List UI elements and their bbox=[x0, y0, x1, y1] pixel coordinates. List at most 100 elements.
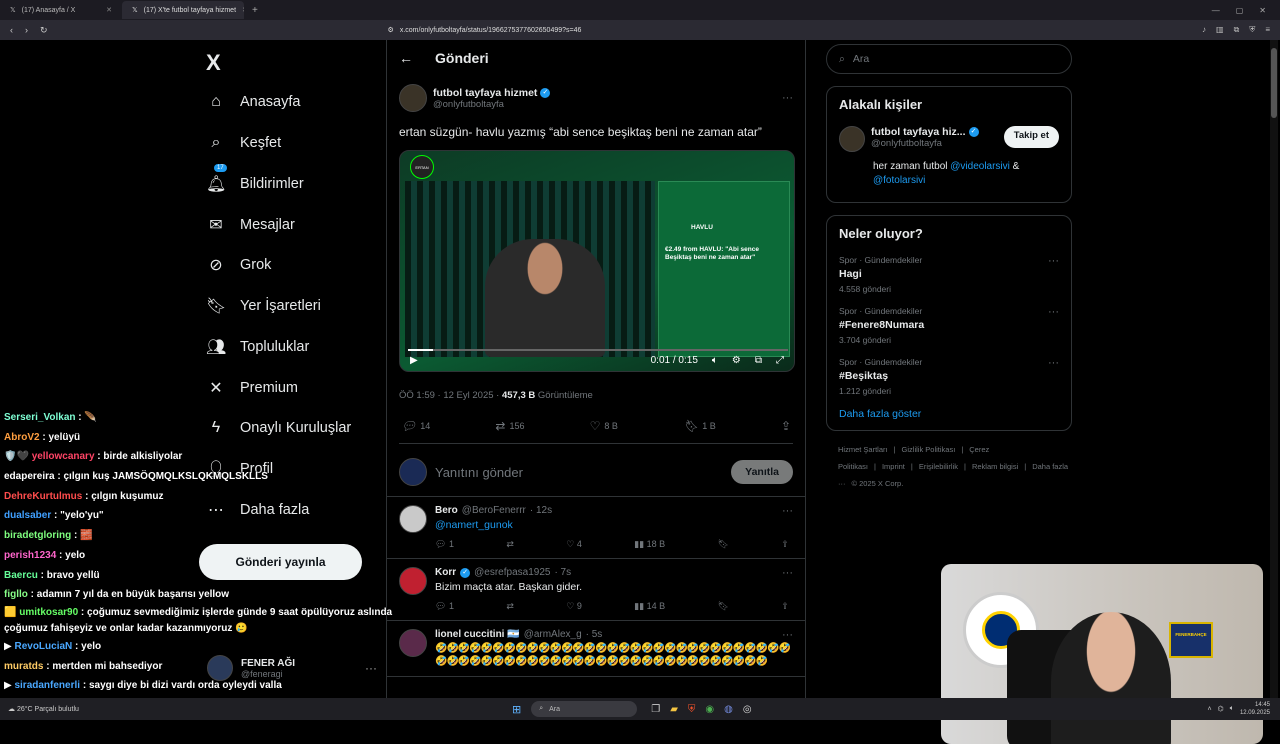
x-logo[interactable]: X bbox=[206, 50, 221, 76]
views-button[interactable]: ▮▮ 14 B bbox=[634, 601, 665, 612]
author-handle[interactable]: @onlyfutboltayfa bbox=[433, 99, 550, 110]
settings-icon[interactable]: ⚙ bbox=[732, 355, 741, 366]
taskbar-search[interactable]: ⌕ Ara bbox=[531, 701, 638, 717]
reply-tweet[interactable]: Korr ✓ @esrefpasa1925 · 7s Bizim maçta atar.… bbox=[387, 559, 805, 621]
reply-submit-button[interactable]: Yanıtla bbox=[731, 460, 793, 484]
retweet-button[interactable]: ⇄ bbox=[506, 539, 514, 550]
reply-button[interactable]: 💬︎ 1 bbox=[435, 539, 454, 550]
more-icon[interactable]: ··· bbox=[782, 505, 793, 517]
play-icon[interactable]: ▶ bbox=[410, 355, 418, 366]
more-icon[interactable]: ··· bbox=[1048, 357, 1059, 369]
avatar[interactable] bbox=[399, 84, 427, 112]
reply-author-handle[interactable]: @esrefpasa1925 bbox=[474, 567, 550, 578]
forward-icon[interactable]: › bbox=[25, 25, 28, 36]
weather-widget[interactable]: ☁ 26°C Parçalı bulutlu bbox=[0, 705, 120, 713]
scrollbar-thumb[interactable] bbox=[1271, 48, 1277, 118]
chrome-icon[interactable]: ◉ bbox=[705, 704, 714, 715]
bookmark-icon[interactable]: 🔖︎ bbox=[718, 601, 729, 612]
like-button[interactable]: ♡ 4 bbox=[566, 539, 582, 550]
browser-tab-home[interactable]: 𝕏 (17) Anasayfa / X ✕ bbox=[0, 1, 122, 19]
related-handle[interactable]: @onlyfutboltayfa bbox=[871, 138, 998, 149]
chat-username[interactable]: yellowcanary bbox=[32, 451, 95, 462]
reply-tweet[interactable]: Bero @BeroFenerrr · 12s @namert_gunok 💬︎ 1 ⇄ ♡… bbox=[387, 497, 805, 559]
bio-link[interactable]: @videolarsivi bbox=[950, 161, 1010, 172]
discord-icon[interactable]: ◍ bbox=[724, 704, 733, 715]
back-arrow-icon[interactable]: ← bbox=[399, 50, 413, 66]
like-button[interactable]: ♡ 8 B bbox=[590, 419, 618, 433]
footer-link[interactable]: Hizmet Şartları bbox=[838, 445, 888, 454]
retweet-button[interactable]: ⇄ bbox=[506, 601, 514, 612]
back-icon[interactable]: ‹ bbox=[10, 25, 13, 36]
chat-username[interactable]: AbroV2 bbox=[4, 432, 40, 443]
bookmark-button[interactable]: 🔖︎ 1 B bbox=[683, 419, 716, 433]
show-more-link[interactable]: Daha fazla göster bbox=[839, 408, 1059, 420]
share-icon[interactable]: ⇪ bbox=[781, 601, 789, 612]
reply-tweet[interactable]: lionel cuccitini 🇦🇷 @armAlex_g · 5s 🤣🤣🤣🤣🤣🤣🤣… bbox=[387, 621, 805, 677]
trend-item[interactable]: Spor · Gündemdekiler #Fenere8Numara 3.704 … bbox=[839, 306, 1059, 345]
author-name[interactable]: futbol tayfaya hizmet bbox=[433, 87, 537, 99]
close-window-icon[interactable]: ✕ bbox=[1259, 6, 1266, 15]
maximize-icon[interactable]: ▢ bbox=[1236, 6, 1244, 15]
bio-link[interactable]: @fotolarsivi bbox=[873, 175, 925, 186]
more-icon[interactable]: ··· bbox=[1048, 306, 1059, 318]
pip-icon[interactable]: ⧉ bbox=[755, 355, 762, 366]
site-info-icon[interactable]: ⚙ bbox=[388, 26, 394, 34]
sidebar-item-7[interactable]: ✕ Premium bbox=[206, 376, 298, 400]
sidebar-item-2[interactable]: 🔔︎ 17 Bildirimler bbox=[206, 164, 304, 196]
chat-username[interactable]: biradetgloring bbox=[4, 530, 71, 541]
chat-username[interactable]: perish1234 bbox=[4, 550, 56, 561]
avatar[interactable] bbox=[839, 126, 865, 152]
more-icon[interactable]: ··· bbox=[782, 567, 793, 579]
chat-username[interactable]: muratds bbox=[4, 661, 43, 672]
more-icon[interactable]: ··· bbox=[1048, 255, 1059, 267]
browser-tab-status[interactable]: 𝕏 (17) X'te futbol tayfaya hizmet ✕ bbox=[122, 1, 244, 19]
address-field[interactable]: ⚙ x.com/onlyfutboltayfa/status/196627537… bbox=[388, 23, 928, 37]
obs-icon[interactable]: ◎ bbox=[743, 704, 752, 715]
share-button[interactable]: ⇪ bbox=[781, 419, 791, 433]
chat-username[interactable]: siradanfenerli bbox=[14, 680, 80, 691]
reload-icon[interactable]: ↻ bbox=[40, 25, 48, 36]
sidebar-item-6[interactable]: 👥︎ Topluluklar bbox=[206, 335, 309, 359]
footer-link[interactable]: Gizlilik Politikası bbox=[902, 445, 956, 454]
close-tab-icon[interactable]: ✕ bbox=[106, 6, 112, 14]
search-input[interactable]: ⌕ Ara bbox=[826, 44, 1072, 74]
footer-link[interactable]: © 2025 X Corp. bbox=[852, 479, 904, 488]
more-icon[interactable]: ··· bbox=[782, 92, 793, 104]
menu-icon[interactable]: ≡ bbox=[1265, 25, 1270, 35]
reply-author-name[interactable]: Korr bbox=[435, 567, 456, 578]
windows-start-icon[interactable]: ⊞ bbox=[512, 703, 521, 716]
chat-username[interactable]: umitkosar90 bbox=[19, 607, 78, 618]
sidebar-item-3[interactable]: ✉ Mesajlar bbox=[206, 213, 295, 237]
more-icon[interactable]: ··· bbox=[782, 629, 793, 641]
views-button[interactable]: ▮▮ 18 B bbox=[634, 539, 665, 550]
media-icon[interactable]: ♪ bbox=[1202, 25, 1206, 35]
reply-text[interactable]: @namert_gunok bbox=[435, 519, 793, 531]
bookmark-icon[interactable]: 🔖︎ bbox=[718, 539, 729, 550]
chat-username[interactable]: edapereira bbox=[4, 471, 55, 482]
volume-icon[interactable]: 🔈︎ bbox=[1230, 705, 1234, 713]
chat-username[interactable]: Baercu bbox=[4, 570, 38, 581]
new-tab-button[interactable]: + bbox=[244, 5, 266, 16]
follow-button[interactable]: Takip et bbox=[1003, 126, 1059, 148]
file-explorer-icon[interactable]: ▰ bbox=[670, 704, 678, 715]
brave-icon[interactable]: ⛨ bbox=[688, 704, 696, 715]
trend-item[interactable]: Spor · Gündemdekiler Hagi 4.558 gönderi ··· bbox=[839, 255, 1059, 294]
reply-input[interactable]: Yanıtını gönder bbox=[435, 465, 523, 480]
reply-button[interactable]: 💬︎ 1 bbox=[435, 601, 454, 612]
reply-author-name[interactable]: Bero bbox=[435, 505, 458, 516]
chat-username[interactable]: Serseri_Volkan bbox=[4, 412, 76, 423]
taskbar-clock[interactable]: 14:45 12.09.2025 bbox=[1240, 701, 1270, 717]
footer-link[interactable]: Erişilebilirlik bbox=[919, 462, 958, 471]
tray-chevron-icon[interactable]: ˄ bbox=[1208, 706, 1212, 713]
footer-link[interactable]: Imprint bbox=[882, 462, 905, 471]
like-button[interactable]: ♡ 9 bbox=[566, 601, 582, 612]
page-scrollbar[interactable] bbox=[1270, 40, 1278, 698]
retweet-button[interactable]: ⇄ 156 bbox=[495, 419, 524, 433]
shield-icon[interactable]: ⛨ bbox=[1249, 25, 1255, 35]
extensions-icon[interactable]: ⧉ bbox=[1234, 25, 1240, 35]
volume-icon[interactable]: 🔈︎ bbox=[712, 355, 718, 366]
network-icon[interactable]: ⌬ bbox=[1218, 705, 1224, 713]
chat-username[interactable]: RevoLuciaN bbox=[14, 641, 72, 652]
chat-username[interactable]: DehreKurtulmus bbox=[4, 491, 82, 502]
sidebar-item-4[interactable]: ⊘ Grok bbox=[206, 253, 271, 277]
